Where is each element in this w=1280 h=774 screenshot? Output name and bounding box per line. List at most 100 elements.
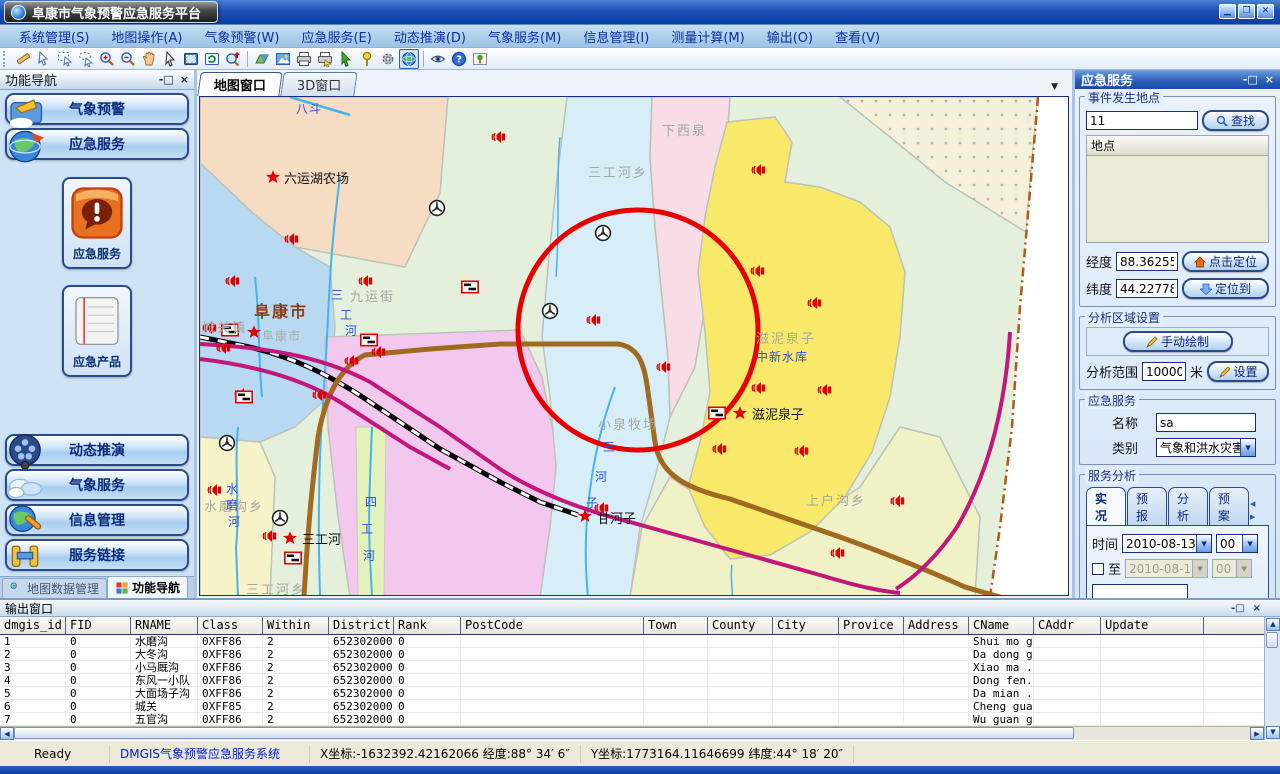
zoom-scale-icon[interactable] [223,49,243,69]
map-tab-3D窗口[interactable]: 3D窗口 [280,72,358,96]
toolbar-grip[interactable] [3,51,8,67]
close-button[interactable]: ✕ [1257,4,1274,19]
right-panel-close-icon[interactable]: × [1265,73,1274,86]
green-pointer-icon[interactable] [336,49,356,69]
minimize-button[interactable]: ▁ [1219,4,1236,19]
lasso-select-icon[interactable] [76,49,96,69]
column-header-CAddr[interactable]: CAddr [1034,617,1101,634]
location-pin-icon[interactable] [357,49,377,69]
hour-combo[interactable]: 00 ▼ [1216,534,1258,553]
column-header-Address[interactable]: Address [904,617,969,634]
zoom-in-icon[interactable] [97,49,117,69]
help-icon[interactable]: ? [449,49,469,69]
column-header-Rank[interactable]: Rank [394,617,461,634]
print-icon[interactable] [294,49,314,69]
service-type-combo[interactable]: 气象和洪水灾害 ▼ [1156,438,1256,457]
scroll-up-icon[interactable]: ▲ [1266,618,1280,631]
pan-hand-icon[interactable] [139,49,159,69]
pointer-icon[interactable] [160,49,180,69]
left-panel-tab-功能导航[interactable]: 功能导航 [107,576,188,598]
nav-button-服务链接[interactable]: 服务链接 [5,539,189,571]
menu-item-系统管理[interactable]: 系统管理(S) [8,24,100,49]
marquee-select-icon[interactable] [55,49,75,69]
set-range-button[interactable]: 设置 [1207,361,1269,382]
manual-draw-button[interactable]: 手动绘制 [1123,331,1233,352]
shortcut-应急服务[interactable]: 应急服务 [62,177,132,269]
eye-icon[interactable] [428,49,448,69]
nav-button-应急服务[interactable]: 应急服务 [5,128,189,160]
table-row[interactable]: 40东风一小队0XFF8626523020000Dong fen... [0,674,1264,687]
tree-image-icon[interactable] [470,49,490,69]
menu-item-测量计算[interactable]: 测量计算(M) [660,24,755,49]
chevron-down-icon[interactable]: ▼ [1196,535,1211,552]
scroll-left-icon[interactable]: ◀ [0,727,14,740]
table-row[interactable]: 30小马厩沟0XFF8626523020000Xiao ma ... [0,661,1264,674]
menu-item-气象服务[interactable]: 气象服务(M) [477,24,572,49]
vscroll-thumb[interactable] [1266,632,1278,648]
shortcut-应急产品[interactable]: 应急产品 [62,285,132,377]
column-header-Update[interactable]: Update [1101,617,1204,634]
nav-button-气象服务[interactable]: 气象服务 [5,469,189,501]
analysis-tab-实况[interactable]: 实况 [1086,487,1126,525]
to-checkbox[interactable] [1092,563,1104,575]
nav-button-气象预警[interactable]: 气象预警 [5,93,189,125]
column-header-Town[interactable]: Town [644,617,708,634]
output-hscrollbar[interactable]: ◀ ▶ [0,726,1264,740]
output-close-icon[interactable]: × [1253,603,1261,614]
output-vscrollbar[interactable]: ▲ ▼ [1264,617,1280,740]
chevron-down-icon[interactable]: ▼ [1242,535,1257,552]
menu-item-输出[interactable]: 输出(O) [756,24,824,49]
left-panel-pin-icon[interactable]: -□ [159,73,174,86]
analysis-tab-预报[interactable]: 预报 [1127,487,1167,525]
right-panel-pin-icon[interactable]: -□ [1243,73,1258,86]
scroll-right-icon[interactable]: ▶ [1250,727,1264,740]
select-cursor-icon[interactable] [34,49,54,69]
left-panel-tab-地图数据管理[interactable]: 地图数据管理 [2,578,107,598]
column-header-dmgis_id[interactable]: dmgis_id [0,617,66,634]
location-search-input[interactable] [1086,111,1198,130]
restore-button[interactable]: ❐ [1238,4,1255,19]
service-name-input[interactable] [1156,413,1256,432]
table-row[interactable]: 20大冬沟0XFF8626523020000Da dong gou [0,648,1264,661]
menu-item-应急服务[interactable]: 应急服务(E) [290,24,382,49]
locate-to-button[interactable]: 定位到 [1182,278,1269,299]
place-list[interactable] [1086,155,1269,243]
menu-item-气象预警[interactable]: 气象预警(W) [193,24,290,49]
column-header-City[interactable]: City [773,617,839,634]
analysis-tab-预案[interactable]: 预案 [1209,487,1249,525]
column-header-PostCode[interactable]: PostCode [461,617,644,634]
chevron-down-icon[interactable]: ▼ [1240,439,1255,456]
hscroll-thumb[interactable] [14,727,1074,739]
full-extent-icon[interactable] [181,49,201,69]
nav-button-信息管理[interactable]: 信息管理 [5,504,189,536]
date-combo[interactable]: 2010-08-13 ▼ [1122,534,1212,553]
find-button[interactable]: 查找 [1202,110,1269,131]
globe-icon[interactable] [399,49,419,69]
settings-gear-icon[interactable] [378,49,398,69]
map-tab-地图窗口[interactable]: 地图窗口 [197,72,282,96]
map-tabstrip-dropdown-icon[interactable]: ▼ [1043,78,1066,96]
output-pin-icon[interactable]: -□ [1231,603,1245,614]
refresh-icon[interactable] [202,49,222,69]
zoom-out-icon[interactable] [118,49,138,69]
range-input[interactable] [1142,362,1186,381]
click-locate-button[interactable]: 点击定位 [1182,251,1269,272]
nav-button-动态推演[interactable]: 动态推演 [5,434,189,466]
table-row[interactable]: 70五官沟0XFF8626523020000Wu guan gou [0,713,1264,726]
place-list-header[interactable]: 地点 [1086,135,1269,155]
column-header-FID[interactable]: FID [66,617,131,634]
scroll-down-icon[interactable]: ▼ [1266,726,1280,739]
menu-item-信息管理[interactable]: 信息管理(I) [572,24,660,49]
table-row[interactable]: 10水磨沟0XFF8626523020000Shui mo gou [0,635,1264,648]
map-canvas[interactable]: 六运湖农场滋泥泉子甘河子三工河阜康市阜康市三工河乡下西泉九运街城关镇水磨沟乡滋泥… [199,96,1069,596]
column-header-RNAME[interactable]: RNAME [131,617,198,634]
ruler-icon[interactable] [13,49,33,69]
analysis-tab-scroll-icons[interactable]: ◂ ▸ [1250,497,1269,525]
analysis-tab-分析[interactable]: 分析 [1168,487,1208,525]
left-panel-close-icon[interactable]: × [180,73,189,86]
table-row[interactable]: 60城关0XFF8526523020000Cheng guan [0,700,1264,713]
layers-icon[interactable] [252,49,272,69]
menu-item-地图操作[interactable]: 地图操作(A) [100,24,193,49]
lat-input[interactable] [1116,279,1178,298]
menu-item-查看[interactable]: 查看(V) [824,24,891,49]
